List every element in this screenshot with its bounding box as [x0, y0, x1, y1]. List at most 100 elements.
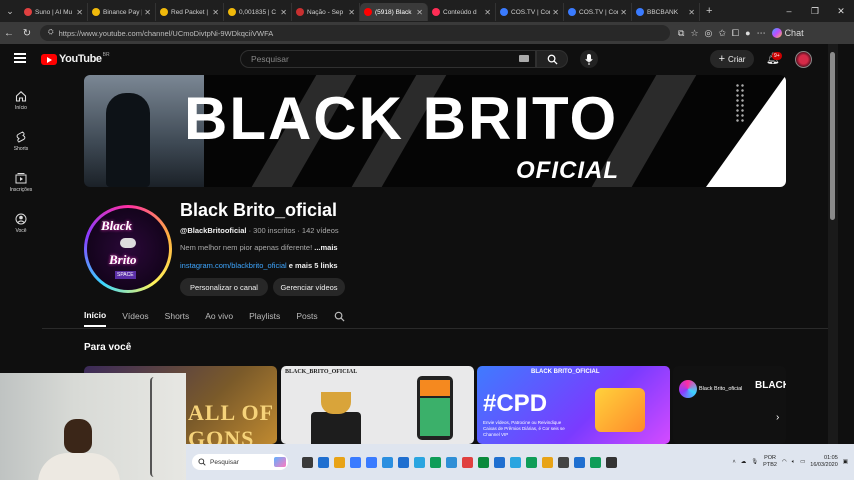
- channel-description[interactable]: Nem melhor nem pior apenas diferente! ..…: [180, 243, 338, 252]
- tab-favicon-icon: [24, 8, 32, 16]
- video-thumbnail[interactable]: Black Brito_oficial BLACK: [673, 366, 786, 444]
- tab-close-icon[interactable]: ✕: [348, 8, 355, 17]
- clock[interactable]: 01:05 16/03/2020: [810, 455, 838, 469]
- page-scrollbar[interactable]: [828, 44, 838, 444]
- taskbar-app-icon[interactable]: [398, 456, 409, 468]
- carousel-next-icon[interactable]: ›: [776, 412, 779, 423]
- browser-tab[interactable]: Conteúdo d ✕: [428, 3, 496, 21]
- scrollbar-thumb[interactable]: [830, 52, 835, 220]
- battery-icon[interactable]: ▭: [800, 459, 805, 465]
- tab-close-icon[interactable]: ✕: [688, 8, 695, 17]
- tab-close-icon[interactable]: ✕: [280, 8, 287, 17]
- bookmark-star-icon[interactable]: ☆: [690, 28, 698, 39]
- sidebar-item-inicio[interactable]: Início: [0, 80, 42, 121]
- taskbar-app-icon[interactable]: [414, 456, 425, 468]
- taskbar-app-icon[interactable]: [542, 456, 553, 468]
- notification-center-icon[interactable]: ▣: [843, 459, 848, 465]
- new-tab-button[interactable]: +: [706, 5, 712, 17]
- tab-close-icon[interactable]: ✕: [76, 8, 83, 17]
- create-button[interactable]: + Criar: [710, 50, 754, 68]
- manage-videos-button[interactable]: Gerenciar vídeos: [273, 278, 345, 296]
- taskbar-app-icon[interactable]: [526, 456, 537, 468]
- site-info-icon[interactable]: ⛭: [48, 29, 54, 37]
- taskbar-app-icon[interactable]: [382, 456, 393, 468]
- browser-tab[interactable]: Binance Pay | ✕: [88, 3, 156, 21]
- channel-search-button[interactable]: [334, 305, 345, 327]
- search-input[interactable]: Pesquisar: [240, 50, 536, 68]
- voice-search-button[interactable]: [580, 50, 598, 68]
- tab-videos[interactable]: Vídeos: [122, 305, 148, 327]
- search-button[interactable]: [536, 50, 568, 68]
- tab-shorts[interactable]: Shorts: [165, 305, 190, 327]
- youtube-logo[interactable]: YouTube BR: [41, 52, 110, 65]
- taskbar-app-icon[interactable]: [366, 456, 377, 468]
- back-icon[interactable]: ←: [0, 28, 18, 39]
- tab-inicio[interactable]: Início: [84, 305, 107, 327]
- taskbar-app-icon[interactable]: [446, 456, 457, 468]
- instagram-link[interactable]: instagram.com/blackbrito_oficial: [180, 261, 287, 270]
- chat-button[interactable]: Chat: [771, 28, 804, 38]
- tray-chevron-icon[interactable]: ˄: [732, 459, 735, 465]
- browser-tab[interactable]: BBCBANK ✕: [632, 3, 700, 21]
- tab-ao-vivo[interactable]: Ao vivo: [205, 305, 233, 327]
- taskbar-app-icon[interactable]: [462, 456, 473, 468]
- collections-icon[interactable]: ⧠: [732, 28, 739, 39]
- wifi-icon[interactable]: ◠: [782, 459, 787, 465]
- taskbar-app-icon[interactable]: [574, 456, 585, 468]
- customize-channel-button[interactable]: Personalizar o canal: [180, 278, 268, 296]
- close-window-icon[interactable]: ✕: [828, 6, 854, 17]
- taskbar-app-icon[interactable]: [558, 456, 569, 468]
- more-link[interactable]: ...mais: [314, 243, 337, 252]
- more-links-link[interactable]: e mais 5 links: [287, 261, 338, 270]
- url-field[interactable]: ⛭ https://www.youtube.com/channel/UCmoDi…: [40, 25, 670, 41]
- reload-icon[interactable]: ↻: [18, 28, 36, 39]
- tab-close-icon[interactable]: ✕: [212, 8, 219, 17]
- cloud-icon[interactable]: ☁: [741, 459, 747, 465]
- tab-close-icon[interactable]: ✕: [552, 8, 559, 17]
- mic-tray-icon[interactable]: 🎙︎: [751, 459, 758, 465]
- tab-close-icon[interactable]: ✕: [416, 8, 423, 17]
- browser-tab[interactable]: COS.TV | Cor ✕: [564, 3, 632, 21]
- maximize-icon[interactable]: ❐: [802, 6, 828, 17]
- profile-icon[interactable]: ●: [745, 28, 750, 38]
- taskbar-app-icon[interactable]: [606, 456, 617, 468]
- volume-icon[interactable]: 🔈︎: [792, 459, 795, 466]
- hamburger-menu-icon[interactable]: [14, 53, 26, 63]
- more-menu-icon[interactable]: ⋯: [757, 28, 766, 39]
- minimize-icon[interactable]: –: [776, 6, 802, 16]
- taskbar-app-icon[interactable]: [318, 456, 329, 468]
- taskbar-app-icon[interactable]: [350, 456, 361, 468]
- tab-posts[interactable]: Posts: [296, 305, 317, 327]
- sidebar-item-inscricoes[interactable]: Inscrições: [0, 162, 42, 203]
- browser-tab[interactable]: Nação - Sep ✕: [292, 3, 360, 21]
- sidebar-item-voce[interactable]: Você: [0, 203, 42, 244]
- sidebar-item-shorts[interactable]: Shorts: [0, 121, 42, 162]
- taskbar-app-icon[interactable]: [302, 456, 313, 468]
- browser-tab[interactable]: (5918) Black ✕: [360, 3, 428, 21]
- tab-close-icon[interactable]: ✕: [484, 8, 491, 17]
- tab-close-icon[interactable]: ✕: [144, 8, 151, 17]
- browser-tab[interactable]: Suno | AI Mu ✕: [20, 3, 88, 21]
- tab-close-icon[interactable]: ✕: [620, 8, 627, 17]
- favorites-icon[interactable]: ✩: [718, 28, 726, 39]
- install-app-icon[interactable]: ⧉: [678, 28, 684, 39]
- tab-menu-chevron-icon[interactable]: ⌄: [0, 0, 20, 22]
- language-indicator[interactable]: POR PTB2: [763, 455, 777, 468]
- taskbar-app-icon[interactable]: [510, 456, 521, 468]
- keyboard-icon[interactable]: [519, 55, 529, 62]
- video-thumbnail[interactable]: BLACK BRITO_OFICIAL #CPD Envie vídeos, P…: [477, 366, 670, 444]
- taskbar-app-icon[interactable]: [590, 456, 601, 468]
- video-thumbnail[interactable]: BLACK_BRITO_OFICIAL: [281, 366, 474, 444]
- browser-tab[interactable]: Red Packet | ✕: [156, 3, 224, 21]
- taskbar-search[interactable]: Pesquisar: [192, 454, 288, 470]
- browser-tab[interactable]: COS.TV | Cor ✕: [496, 3, 564, 21]
- taskbar-app-icon[interactable]: [478, 456, 489, 468]
- taskbar-app-icon[interactable]: [430, 456, 441, 468]
- channel-avatar[interactable]: Black Brito SPACE: [84, 205, 172, 293]
- tab-playlists[interactable]: Playlists: [249, 305, 280, 327]
- account-avatar[interactable]: [795, 51, 812, 68]
- taskbar-app-icon[interactable]: [494, 456, 505, 468]
- extension-icon[interactable]: ◎: [705, 28, 713, 39]
- browser-tab[interactable]: 0,001835 | C ✕: [224, 3, 292, 21]
- taskbar-app-icon[interactable]: [334, 456, 345, 468]
